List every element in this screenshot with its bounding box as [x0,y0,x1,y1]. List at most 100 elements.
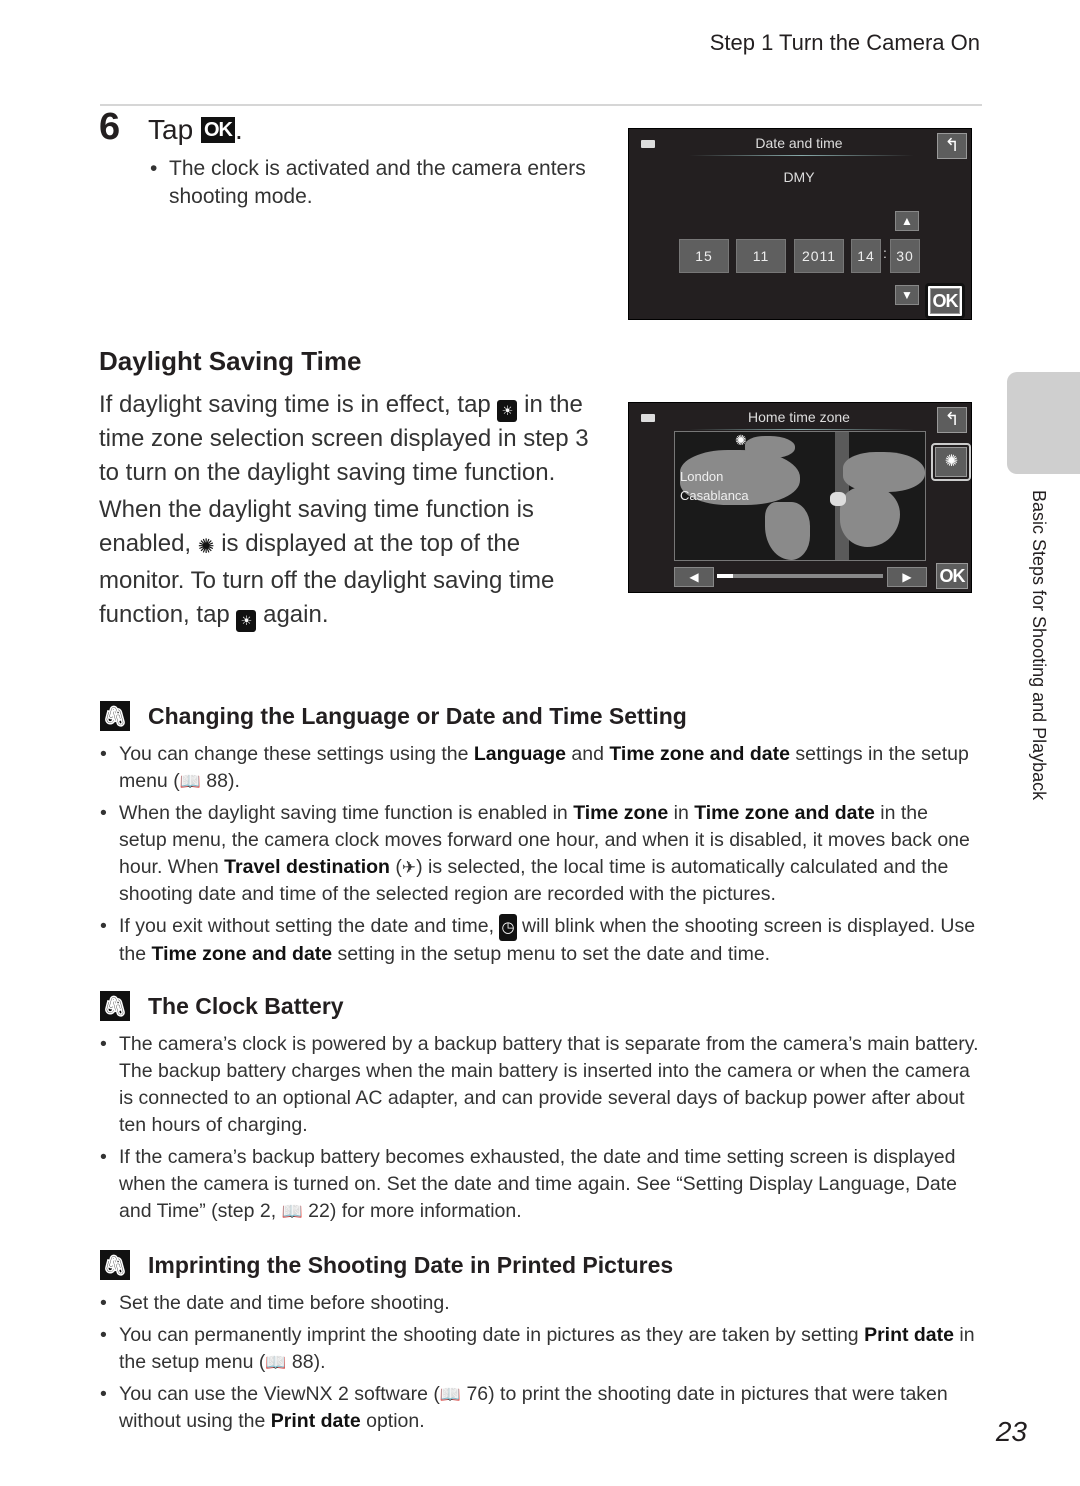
text: ( [389,856,402,878]
day-field[interactable]: 15 [679,239,729,273]
city-label: Casablanca [680,488,749,503]
text: in [668,802,695,824]
up-arrow-icon: ▲ [901,214,913,228]
note-bullet: Set the date and time before shooting. [100,1290,980,1317]
note-list: Set the date and time before shooting. Yo… [100,1290,980,1440]
zone-slider[interactable] [717,574,883,578]
down-button[interactable]: ▼ [895,285,919,305]
note-list: The camera’s clock is powered by a backu… [100,1031,980,1230]
book-icon: 📖 [179,772,201,791]
bold-term: Time zone and date [151,943,333,965]
step-bullets: The clock is activated and the camera en… [150,155,610,211]
date-format[interactable]: DMY [749,169,849,185]
book-icon: 📖 [439,1385,462,1404]
note-bullet: The camera’s clock is powered by a backu… [100,1031,980,1139]
back-arrow-icon: ↰ [944,409,960,429]
back-button[interactable]: ↰ [937,133,967,159]
step-title-suffix: . [234,114,243,145]
daylight-saving-icon: ☀ [236,609,257,632]
left-button[interactable]: ◀ [674,567,714,587]
section-heading: Daylight Saving Time [99,346,362,376]
screen-title: Home time zone [748,409,850,425]
text: If daylight saving time is in effect, ta… [99,391,498,418]
city-label: London [680,469,724,484]
dst-button[interactable]: ✺ [935,447,967,477]
bold-term: Language [473,743,566,765]
back-arrow-icon: ↰ [944,135,960,155]
daylight-saving-icon: ✺ [944,453,958,470]
dst-button-highlight: ✺ [931,443,971,481]
dst-map-icon: ✺ [735,432,747,448]
text: The camera’s clock is powered by a backu… [119,1033,979,1136]
bold-term: Print date [864,1324,954,1346]
text: option. [360,1410,425,1432]
africa [840,487,900,547]
bold-term: Time zone and date [609,743,790,765]
note-heading: 🖇 Changing the Language or Date and Time … [100,701,687,731]
running-header: Step 1 Turn the Camera On [709,30,980,55]
clock-icon: ◷ [499,914,517,941]
bold-term: Travel destination [224,856,390,878]
note-bullet: You can permanently imprint the shooting… [100,1322,980,1376]
book-icon: 📖 [265,1353,287,1372]
bold-term: Time zone [573,802,669,824]
world-map[interactable]: ✺ London Casablanca [674,431,926,561]
note-bullet: If the camera’s backup battery becomes e… [100,1144,980,1225]
right-arrow-icon: ▶ [902,570,912,584]
bold-term: Print date [270,1410,361,1432]
text: 88). [200,770,240,792]
text: Set the date and time before shooting. [119,1292,450,1314]
note-bullet: If you exit without setting the date and… [100,913,980,968]
time-separator: : [883,245,887,261]
note-title: Changing the Language or Date and Time S… [148,702,687,729]
back-button[interactable]: ↰ [937,407,967,433]
ok-button[interactable]: OK [930,288,960,314]
hour-field[interactable]: 14 [851,239,881,273]
month-field[interactable]: 11 [736,239,786,273]
step-title: Tap OK. [148,114,243,146]
chapter-tab[interactable] [1007,372,1080,474]
bold-term: Time zone and date [694,802,875,824]
chapter-label: Basic Steps for Shooting and Playback [1029,490,1049,801]
dst-paragraph-1: If daylight saving time is in effect, ta… [99,388,609,489]
down-arrow-icon: ▼ [901,288,913,302]
ok-icon: OK [200,117,235,143]
text: If the camera’s backup battery becomes e… [119,1146,957,1222]
text: again. [256,600,329,628]
note-heading: 🖇 Imprinting the Shooting Date in Printed… [100,1250,673,1280]
home-time-zone-screen: Home time zone ↰ ✺ London Casablanca ✺ ◀… [628,402,972,593]
page-number: 23 [995,1416,1027,1447]
daylight-saving-icon: ☀ [497,400,518,422]
note-list: You can change these settings using the … [100,741,980,973]
slider-thumb[interactable] [717,574,733,578]
header-divider [100,104,982,106]
right-button[interactable]: ▶ [887,567,927,587]
text: You can permanently imprint the shooting… [119,1324,865,1346]
battery-icon [641,140,655,148]
airplane-icon: ✈ [401,858,417,877]
selected-region [830,492,846,506]
ok-button[interactable]: OK [936,563,968,589]
title-underline [689,429,914,430]
text: When the daylight saving time function i… [119,802,574,824]
note-bullet: When the daylight saving time function i… [100,800,980,908]
year-field[interactable]: 2011 [794,239,844,273]
text: setting in the setup menu to set the dat… [332,943,771,965]
paperclip-icon: 🖇 [100,1250,130,1280]
paperclip-icon: 🖇 [100,701,130,731]
note-bullet: You can change these settings using the … [100,741,980,795]
text: and [565,743,610,765]
text: You can use the ViewNX 2 software ( [119,1383,440,1405]
note-bullet: You can use the ViewNX 2 software (📖 76)… [100,1381,980,1435]
europe-asia [843,452,925,492]
title-underline [689,155,914,156]
battery-icon [641,414,655,422]
paperclip-icon: 🖇 [100,991,130,1021]
note-heading: 🖇 The Clock Battery [100,991,344,1021]
daylight-saving-indicator-icon: ✺ [197,535,215,558]
south-america [765,502,810,560]
minute-field[interactable]: 30 [890,239,920,273]
date-time-screen: Date and time ↰ DMY ▲ 15 11 2011 14 : 30… [628,128,972,320]
text: If you exit without setting the date and… [119,915,500,937]
up-button[interactable]: ▲ [895,211,919,231]
